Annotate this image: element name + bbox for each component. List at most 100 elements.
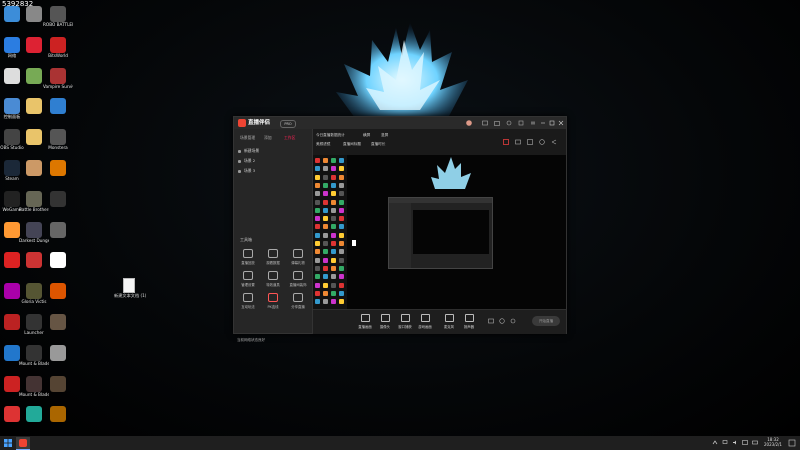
desktop-icon[interactable] bbox=[22, 406, 46, 423]
desktop-icon[interactable] bbox=[46, 283, 70, 300]
material-thumbnail[interactable] bbox=[339, 282, 344, 288]
material-thumbnail[interactable] bbox=[315, 257, 320, 263]
desktop-icon[interactable]: 网络 bbox=[0, 36, 24, 58]
desktop-icon[interactable]: ROBO BATTLER bbox=[43, 6, 73, 27]
speaker-button[interactable]: 扬声器 bbox=[461, 314, 477, 329]
tool-decor[interactable]: 直播间装饰 bbox=[288, 271, 308, 287]
material-thumbnail[interactable] bbox=[323, 199, 328, 205]
desktop-icon[interactable] bbox=[46, 344, 70, 361]
desktop-icon[interactable] bbox=[0, 344, 24, 361]
material-thumbnail[interactable] bbox=[323, 191, 328, 197]
tool-danmaku[interactable]: 弹幕礼物 bbox=[288, 249, 308, 265]
minimize-icon[interactable] bbox=[540, 120, 546, 126]
material-thumbnail[interactable] bbox=[323, 290, 328, 296]
material-strip[interactable] bbox=[313, 155, 347, 309]
material-thumbnail[interactable] bbox=[331, 282, 336, 288]
desktop-icon[interactable] bbox=[22, 36, 46, 53]
tool-interact[interactable]: 互动玩法 bbox=[238, 293, 258, 309]
desktop-icon[interactable]: Gloria Victis bbox=[22, 283, 46, 304]
menu-icon[interactable] bbox=[530, 120, 536, 126]
tool-effects[interactable]: 特效道具 bbox=[263, 271, 283, 287]
material-thumbnail[interactable] bbox=[323, 216, 328, 222]
eye-icon[interactable] bbox=[238, 159, 241, 163]
scene-item[interactable]: 场景 2 bbox=[238, 156, 308, 165]
material-thumbnail[interactable] bbox=[339, 274, 344, 280]
desktop-icon[interactable] bbox=[22, 160, 46, 176]
material-thumbnail[interactable] bbox=[315, 299, 320, 305]
material-thumbnail[interactable] bbox=[331, 174, 336, 180]
material-thumbnail[interactable] bbox=[315, 174, 320, 180]
microphone-button[interactable]: 麦克风 bbox=[441, 314, 457, 329]
live-streaming-app-window[interactable]: 直播伴侣 PRO 场景管理 添加 工作区 新建场景 场景 2 场景 3 工具箱 … bbox=[233, 116, 567, 342]
material-thumbnail[interactable] bbox=[331, 265, 336, 271]
material-thumbnail[interactable] bbox=[331, 232, 336, 238]
material-thumbnail[interactable] bbox=[339, 232, 344, 238]
material-thumbnail[interactable] bbox=[315, 166, 320, 172]
stream-title-tab[interactable]: 直播间标题 bbox=[343, 142, 361, 147]
system-clock[interactable]: 18:32 2023/2/1 bbox=[762, 437, 784, 447]
tab-scene-manage[interactable]: 场景管理 bbox=[240, 135, 255, 141]
circle-icon[interactable] bbox=[499, 318, 505, 324]
material-thumbnail[interactable] bbox=[339, 174, 344, 180]
avatar-icon[interactable] bbox=[466, 120, 472, 126]
material-thumbnail[interactable] bbox=[323, 265, 328, 271]
eye-icon[interactable] bbox=[238, 169, 241, 173]
desktop-icon[interactable] bbox=[0, 252, 24, 269]
desktop-icon[interactable] bbox=[0, 221, 24, 238]
gift-icon[interactable] bbox=[494, 120, 500, 126]
material-thumbnail[interactable] bbox=[331, 274, 336, 280]
desktop-icon[interactable] bbox=[0, 406, 24, 423]
desktop-icon[interactable] bbox=[46, 160, 70, 176]
material-thumbnail[interactable] bbox=[315, 290, 320, 296]
desktop-icon[interactable] bbox=[0, 375, 24, 392]
material-thumbnail[interactable] bbox=[323, 174, 328, 180]
desktop-icon[interactable] bbox=[22, 67, 46, 84]
material-thumbnail[interactable] bbox=[323, 299, 328, 305]
desktop-icon[interactable]: Monstera bbox=[46, 129, 70, 150]
material-thumbnail[interactable] bbox=[339, 299, 344, 305]
desktop-icon[interactable]: Steam bbox=[0, 160, 24, 181]
desktop-icon[interactable] bbox=[46, 252, 70, 269]
windows-start-icon[interactable] bbox=[4, 439, 12, 447]
material-thumbnail[interactable] bbox=[331, 249, 336, 255]
keyboard-icon[interactable] bbox=[752, 439, 758, 446]
desktop-icon[interactable] bbox=[22, 6, 46, 22]
material-thumbnail[interactable] bbox=[339, 207, 344, 213]
camera-tool-icon[interactable] bbox=[515, 139, 521, 145]
material-thumbnail[interactable] bbox=[331, 216, 336, 222]
material-thumbnail[interactable] bbox=[323, 274, 328, 280]
red-tool-icon[interactable] bbox=[503, 139, 509, 145]
desktop-icon[interactable] bbox=[0, 6, 24, 22]
desktop-icon[interactable] bbox=[46, 221, 70, 238]
material-thumbnail[interactable] bbox=[339, 224, 344, 230]
desktop-icon[interactable] bbox=[0, 67, 24, 84]
desktop-icon[interactable] bbox=[46, 375, 70, 392]
desktop-icon[interactable] bbox=[0, 283, 24, 300]
close-icon[interactable] bbox=[558, 120, 564, 126]
material-thumbnail[interactable] bbox=[323, 224, 328, 230]
material-thumbnail[interactable] bbox=[331, 207, 336, 213]
material-thumbnail[interactable] bbox=[339, 241, 344, 246]
network-icon[interactable] bbox=[722, 439, 728, 446]
desktop-icon[interactable] bbox=[46, 190, 70, 207]
tool-replay[interactable]: 直播回放 bbox=[238, 249, 258, 265]
material-thumbnail[interactable] bbox=[315, 232, 320, 238]
desktop-icon[interactable]: Battle Brothers bbox=[19, 190, 49, 212]
material-thumbnail[interactable] bbox=[323, 182, 328, 188]
beauty-filter-tab[interactable]: 美颜滤镜 bbox=[316, 142, 330, 147]
material-thumbnail[interactable] bbox=[315, 224, 320, 230]
material-thumbnail[interactable] bbox=[331, 182, 336, 188]
desktop-icon[interactable] bbox=[46, 406, 70, 423]
material-thumbnail[interactable] bbox=[323, 166, 328, 172]
material-thumbnail[interactable] bbox=[339, 216, 344, 222]
desktop-icon[interactable] bbox=[22, 98, 46, 115]
gear-icon[interactable] bbox=[506, 120, 512, 126]
maximize-icon[interactable] bbox=[549, 120, 555, 126]
volume-icon[interactable] bbox=[732, 439, 738, 446]
tool-share[interactable]: 分享直播 bbox=[288, 293, 308, 309]
material-thumbnail[interactable] bbox=[339, 166, 344, 172]
material-thumbnail[interactable] bbox=[331, 199, 336, 205]
material-thumbnail[interactable] bbox=[339, 191, 344, 197]
material-thumbnail[interactable] bbox=[315, 249, 320, 255]
material-thumbnail[interactable] bbox=[315, 282, 320, 288]
